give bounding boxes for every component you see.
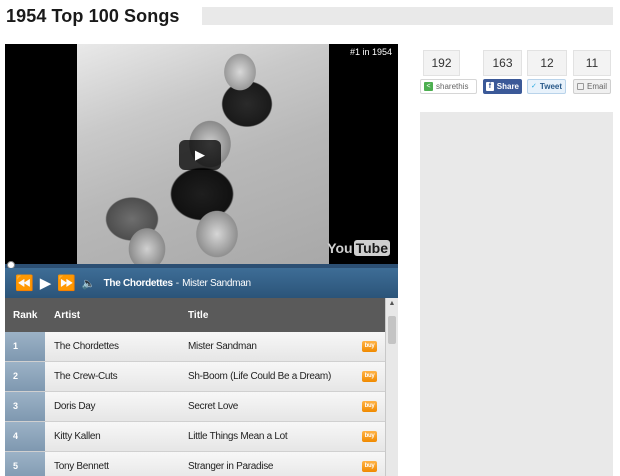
artist-cell: Doris Day [54,401,96,412]
tweet-button[interactable]: ✓ Tweet [527,79,566,94]
title-cell: Mister Sandman [188,341,257,352]
tweet-count: 12 [527,50,567,76]
play-button[interactable]: ▶ [179,140,221,170]
rank-cell: 2 [5,362,45,391]
facebook-label: Share [496,82,519,91]
rank-cell: 1 [5,332,45,361]
rank-cell: 5 [5,452,45,476]
title-rule [202,7,613,25]
sharethis-button[interactable]: < sharethis [420,79,477,94]
table-scrollbar[interactable]: ▲ [385,298,398,476]
title-cell: Little Things Mean a Lot [188,431,288,442]
title-cell: Sh-Boom (Life Could Be a Dream) [188,371,331,382]
buy-button[interactable]: buy [362,461,377,472]
share-panel: 192 163 12 11 < sharethis f Share ✓ Twee… [420,50,614,98]
now-playing-title: Mister Sandman [182,277,251,289]
table-row[interactable]: 3 Doris Day Secret Love buy [5,392,385,422]
now-playing-artist: The Chordettes [103,277,173,289]
title-cell: Stranger in Paradise [188,461,274,472]
play-icon: ▶ [195,147,205,162]
rank-cell: 3 [5,392,45,421]
sharethis-count: 192 [423,50,460,76]
song-table: Rank Artist Title 1 The Chordettes Miste… [5,298,398,476]
youtube-logo[interactable]: You Tube [327,240,390,256]
control-bar: ⏪ ▶ ⏩ 🔈 The Chordettes - Mister Sandman [5,268,398,298]
title-cell: Secret Love [188,401,239,412]
volume-icon[interactable]: 🔈 [82,277,96,290]
email-count: 11 [573,50,611,76]
twitter-icon: ✓ [531,83,537,90]
email-icon [577,83,584,90]
email-button[interactable]: Email [573,79,611,94]
now-playing-separator: - [175,277,180,289]
artist-cell: The Crew-Cuts [54,371,118,382]
table-header: Rank Artist Title [5,298,385,332]
buy-button[interactable]: buy [362,371,377,382]
facebook-share-button[interactable]: f Share [483,79,522,94]
header-rank: Rank [13,310,38,321]
sharethis-icon: < [424,82,433,91]
artist-cell: Tony Bennett [54,461,109,472]
facebook-icon: f [486,82,494,91]
table-rows: 1 The Chordettes Mister Sandman buy 2 Th… [5,332,385,476]
youtube-logo-you: You [327,240,353,256]
scroll-up-icon[interactable]: ▲ [386,298,398,310]
buy-button[interactable]: buy [362,341,377,352]
header-title: Title [188,310,209,321]
youtube-logo-tube: Tube [353,240,390,256]
facebook-count: 163 [483,50,522,76]
artist-cell: The Chordettes [54,341,119,352]
table-row[interactable]: 5 Tony Bennett Stranger in Paradise buy [5,452,385,476]
tweet-label: Tweet [539,82,562,91]
rank-label: #1 in 1954 [349,47,392,57]
buy-button[interactable]: buy [362,431,377,442]
video-player[interactable]: #1 in 1954 ▶ You Tube [5,44,398,266]
email-label: Email [586,82,607,91]
header-artist: Artist [54,310,81,321]
scroll-thumb[interactable] [388,316,396,344]
table-row[interactable]: 1 The Chordettes Mister Sandman buy [5,332,385,362]
buy-button[interactable]: buy [362,401,377,412]
rank-cell: 4 [5,422,45,451]
sharethis-label: sharethis [436,82,469,91]
table-row[interactable]: 2 The Crew-Cuts Sh-Boom (Life Could Be a… [5,362,385,392]
fast-forward-icon[interactable]: ⏩ [57,274,76,292]
table-row[interactable]: 4 Kitty Kallen Little Things Mean a Lot … [5,422,385,452]
play-icon[interactable]: ▶ [40,274,52,292]
rewind-icon[interactable]: ⏪ [15,274,34,292]
page-title: 1954 Top 100 Songs [6,6,180,26]
sidebar-panel [420,112,613,476]
artist-cell: Kitty Kallen [54,431,101,442]
